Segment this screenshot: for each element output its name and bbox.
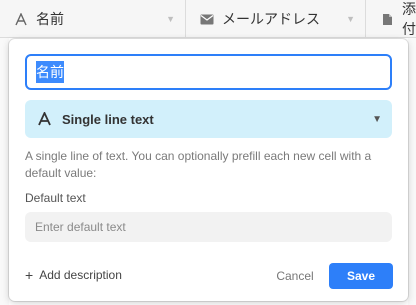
field-editor-popup: 名前 Single line text ▼ A single line of t… (9, 39, 408, 301)
default-text-input[interactable] (25, 212, 392, 242)
column-header-label: 添付 (402, 1, 416, 37)
text-a-icon (12, 12, 30, 26)
default-text-label: Default text (25, 191, 86, 205)
chevron-down-icon[interactable]: ▼ (372, 114, 382, 125)
grid-background-left (0, 38, 9, 305)
field-name-input[interactable]: 名前 (25, 54, 392, 90)
add-description-button[interactable]: + Add description (25, 265, 122, 285)
column-header-label: メールアドレス (222, 11, 320, 27)
grid-header-row: 名前 ▼ メールアドレス ▼ 添付 (0, 0, 416, 38)
column-header-attachment[interactable]: 添付 (366, 0, 416, 38)
field-type-description: A single line of text. You can optionall… (25, 149, 372, 180)
column-header-name[interactable]: 名前 ▼ (0, 0, 186, 38)
field-type-label: Single line text (62, 111, 154, 127)
save-button[interactable]: Save (329, 263, 393, 289)
field-type-select[interactable]: Single line text ▼ (25, 100, 392, 138)
email-icon (198, 14, 216, 25)
column-header-label: 名前 (36, 11, 64, 27)
column-header-email[interactable]: メールアドレス ▼ (186, 0, 366, 38)
add-description-label: Add description (39, 268, 122, 282)
text-a-icon (36, 112, 52, 126)
plus-icon: + (25, 267, 34, 283)
chevron-down-icon[interactable]: ▼ (346, 14, 355, 24)
chevron-down-icon[interactable]: ▼ (166, 14, 175, 24)
cancel-button[interactable]: Cancel (265, 263, 325, 289)
field-name-selected-text: 名前 (36, 61, 64, 83)
grid-background-right (408, 38, 416, 305)
file-icon (378, 13, 396, 26)
